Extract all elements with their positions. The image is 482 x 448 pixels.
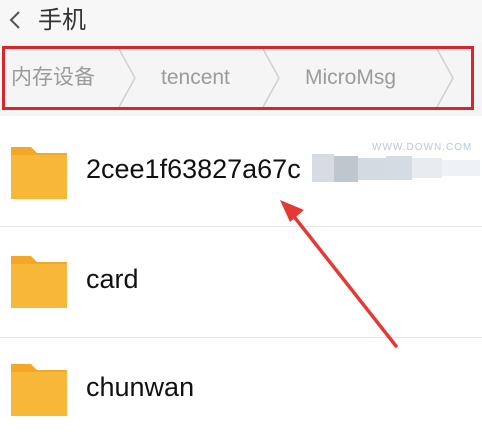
breadcrumb-separator-icon bbox=[436, 49, 454, 107]
file-name: card bbox=[86, 264, 139, 294]
breadcrumb-item-tencent[interactable]: tencent bbox=[161, 49, 230, 107]
folder-icon bbox=[11, 256, 67, 308]
breadcrumb-item-micromsg[interactable]: MicroMsg bbox=[305, 49, 396, 107]
list-item[interactable]: card bbox=[0, 227, 482, 337]
folder-icon bbox=[11, 364, 67, 416]
watermark: WWW.DOWN.COM bbox=[372, 142, 473, 153]
breadcrumb-separator-icon bbox=[262, 49, 280, 107]
breadcrumb-separator-icon bbox=[118, 49, 136, 107]
breadcrumb-item-storage[interactable]: 内存设备 bbox=[11, 49, 95, 107]
page-title: 手机 bbox=[38, 6, 86, 34]
file-name: 2cee1f63827a67c bbox=[86, 154, 301, 184]
breadcrumb-bar: 内存设备 tencent MicroMsg bbox=[0, 42, 482, 116]
app-header: 手机 bbox=[0, 0, 482, 42]
list-item[interactable]: chunwan bbox=[0, 338, 482, 448]
file-name: chunwan bbox=[86, 372, 195, 402]
chevron-left-icon[interactable] bbox=[4, 8, 28, 32]
breadcrumb: 内存设备 tencent MicroMsg bbox=[2, 46, 474, 110]
folder-icon bbox=[11, 147, 67, 199]
